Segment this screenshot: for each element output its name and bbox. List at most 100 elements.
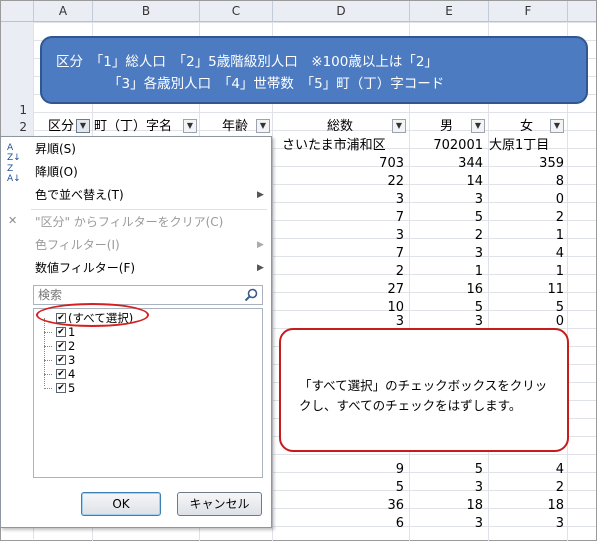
tree-line bbox=[44, 318, 45, 386]
filter-value-label: 3 bbox=[68, 353, 76, 367]
cell-onna: 18 bbox=[547, 498, 564, 513]
annotation-callout: 「すべて選択」のチェックボックスをクリックし、すべてのチェックをはずします。 bbox=[279, 328, 569, 452]
tree-line bbox=[44, 388, 52, 389]
cell-otoko: 3 bbox=[474, 246, 483, 261]
highlight-ring bbox=[36, 303, 149, 327]
cell-otoko: 14 bbox=[466, 174, 483, 189]
filter-dropdown-otoko[interactable]: ▼ bbox=[471, 119, 485, 133]
filter-dropdown-sosu[interactable]: ▼ bbox=[392, 119, 406, 133]
menu-sort-ascending[interactable]: 昇順(S) bbox=[35, 139, 76, 159]
header-sosu: 総数 bbox=[327, 119, 354, 134]
filter-value-checkbox[interactable]: ✔ bbox=[56, 369, 66, 379]
cell-sosu: 3 bbox=[395, 228, 404, 243]
header-onna: 女 bbox=[520, 119, 534, 134]
submenu-arrow-icon: ▶ bbox=[257, 240, 264, 250]
cell-otoko: 3 bbox=[474, 192, 483, 207]
submenu-arrow-icon: ▶ bbox=[257, 263, 264, 273]
filter-value-checkbox[interactable]: ✔ bbox=[56, 355, 66, 365]
sort-ascending-icon: A Z↓ bbox=[7, 143, 21, 163]
column-header-a[interactable]: A bbox=[34, 1, 93, 21]
cell-sosu: 7 bbox=[395, 210, 404, 225]
submenu-arrow-icon: ▶ bbox=[257, 190, 264, 200]
callout-text: 「すべて選択」のチェックボックスをクリックし、すべてのチェックをはずします。 bbox=[299, 378, 548, 413]
cell-sosu: 3 bbox=[395, 192, 404, 207]
tree-line bbox=[44, 332, 52, 333]
cell-onna: 大原1丁目 bbox=[489, 138, 550, 153]
cancel-button[interactable]: キャンセル bbox=[177, 492, 262, 516]
cell-onna: 11 bbox=[547, 282, 564, 297]
banner-line-1: 区分 「1」総人口 「2」5歳階級別人口 ※100歳以上は「2」 bbox=[56, 54, 438, 70]
filter-dropdown-kubun[interactable]: ▼ bbox=[76, 119, 90, 133]
cell-sosu: 9 bbox=[395, 462, 404, 477]
filter-search-input[interactable]: 検索 bbox=[33, 285, 263, 305]
cell-otoko: 2 bbox=[474, 228, 483, 243]
header-otoko: 男 bbox=[440, 119, 454, 134]
cell-sosu: さいたま市浦和区 bbox=[282, 138, 386, 153]
header-kubun: 区分 bbox=[48, 119, 75, 134]
info-banner: 区分 「1」総人口 「2」5歳階級別人口 ※100歳以上は「2」 「3」各歳別人… bbox=[40, 36, 588, 104]
column-header-bar: A B C D E F bbox=[1, 1, 596, 22]
select-all-corner[interactable] bbox=[1, 1, 34, 21]
cell-otoko: 3 bbox=[474, 516, 483, 531]
cell-sosu: 22 bbox=[387, 174, 404, 189]
menu-clear-filter[interactable]: "区分" からフィルターをクリア(C) bbox=[35, 212, 223, 232]
cell-sosu: 2 bbox=[395, 264, 404, 279]
cell-otoko: 5 bbox=[474, 462, 483, 477]
menu-sort-descending[interactable]: 降順(O) bbox=[35, 162, 78, 182]
tree-line bbox=[44, 360, 52, 361]
cell-onna: 0 bbox=[555, 192, 564, 207]
menu-color-filter[interactable]: 色フィルター(I) bbox=[35, 235, 120, 255]
tree-line bbox=[44, 374, 52, 375]
search-icon bbox=[244, 288, 258, 302]
row-header-1[interactable]: 1 bbox=[1, 22, 34, 118]
filter-value-checkbox[interactable]: ✔ bbox=[56, 341, 66, 351]
cell-onna: 3 bbox=[555, 516, 564, 531]
cell-onna: 4 bbox=[555, 246, 564, 261]
header-chocho: 町（丁）字名 bbox=[94, 119, 173, 134]
cell-onna: 1 bbox=[555, 228, 564, 243]
menu-number-filter[interactable]: 数値フィルター(F) bbox=[35, 258, 135, 278]
banner-line-2: 「3」各歳別人口 「4」世帯数 「5」町（丁）字コード bbox=[108, 76, 445, 92]
menu-separator bbox=[31, 209, 267, 210]
clear-filter-icon: ✕ bbox=[8, 214, 18, 227]
cell-otoko: 5 bbox=[474, 210, 483, 225]
tree-line bbox=[44, 346, 52, 347]
filter-dropdown-chocho[interactable]: ▼ bbox=[183, 119, 197, 133]
search-placeholder: 検索 bbox=[38, 288, 63, 302]
row-header-2[interactable]: 2 bbox=[1, 118, 34, 136]
column-header-b[interactable]: B bbox=[93, 1, 200, 21]
filter-value-label: 1 bbox=[68, 325, 76, 339]
cell-onna: 4 bbox=[555, 462, 564, 477]
filter-value-checkbox[interactable]: ✔ bbox=[56, 327, 66, 337]
cell-otoko: 1 bbox=[474, 264, 483, 279]
cell-otoko: 344 bbox=[458, 156, 483, 171]
column-header-c[interactable]: C bbox=[200, 1, 273, 21]
sort-descending-icon: Z A↓ bbox=[7, 164, 21, 184]
cell-onna: 8 bbox=[555, 174, 564, 189]
cell-onna: 1 bbox=[555, 264, 564, 279]
cell-otoko: 3 bbox=[474, 480, 483, 495]
cell-otoko: 16 bbox=[466, 282, 483, 297]
ok-button[interactable]: OK bbox=[81, 492, 161, 516]
cell-onna: 2 bbox=[555, 480, 564, 495]
menu-sort-by-color[interactable]: 色で並べ替え(T) bbox=[35, 185, 124, 205]
filter-value-label: 2 bbox=[68, 339, 76, 353]
filter-value-label: 4 bbox=[68, 367, 76, 381]
cell-onna: 2 bbox=[555, 210, 564, 225]
cell-sosu: 703 bbox=[379, 156, 404, 171]
cell-otoko: 18 bbox=[466, 498, 483, 513]
filter-value-label: 5 bbox=[68, 381, 76, 395]
cell-sosu: 5 bbox=[395, 480, 404, 495]
header-nenrei: 年齢 bbox=[222, 119, 249, 134]
filter-value-checkbox[interactable]: ✔ bbox=[56, 383, 66, 393]
column-header-e[interactable]: E bbox=[410, 1, 489, 21]
cell-sosu: 36 bbox=[387, 498, 404, 513]
cell-sosu: 6 bbox=[395, 516, 404, 531]
cell-sosu: 7 bbox=[395, 246, 404, 261]
filter-value-list[interactable]: ✔ (すべて選択) ✔ 1 ✔ 2 ✔ 3 ✔ 4 ✔ 5 bbox=[33, 308, 263, 478]
column-header-d[interactable]: D bbox=[273, 1, 410, 21]
filter-dropdown-nenrei[interactable]: ▼ bbox=[256, 119, 270, 133]
cell-onna: 359 bbox=[539, 156, 564, 171]
column-header-f[interactable]: F bbox=[489, 1, 568, 21]
filter-dropdown-onna[interactable]: ▼ bbox=[550, 119, 564, 133]
